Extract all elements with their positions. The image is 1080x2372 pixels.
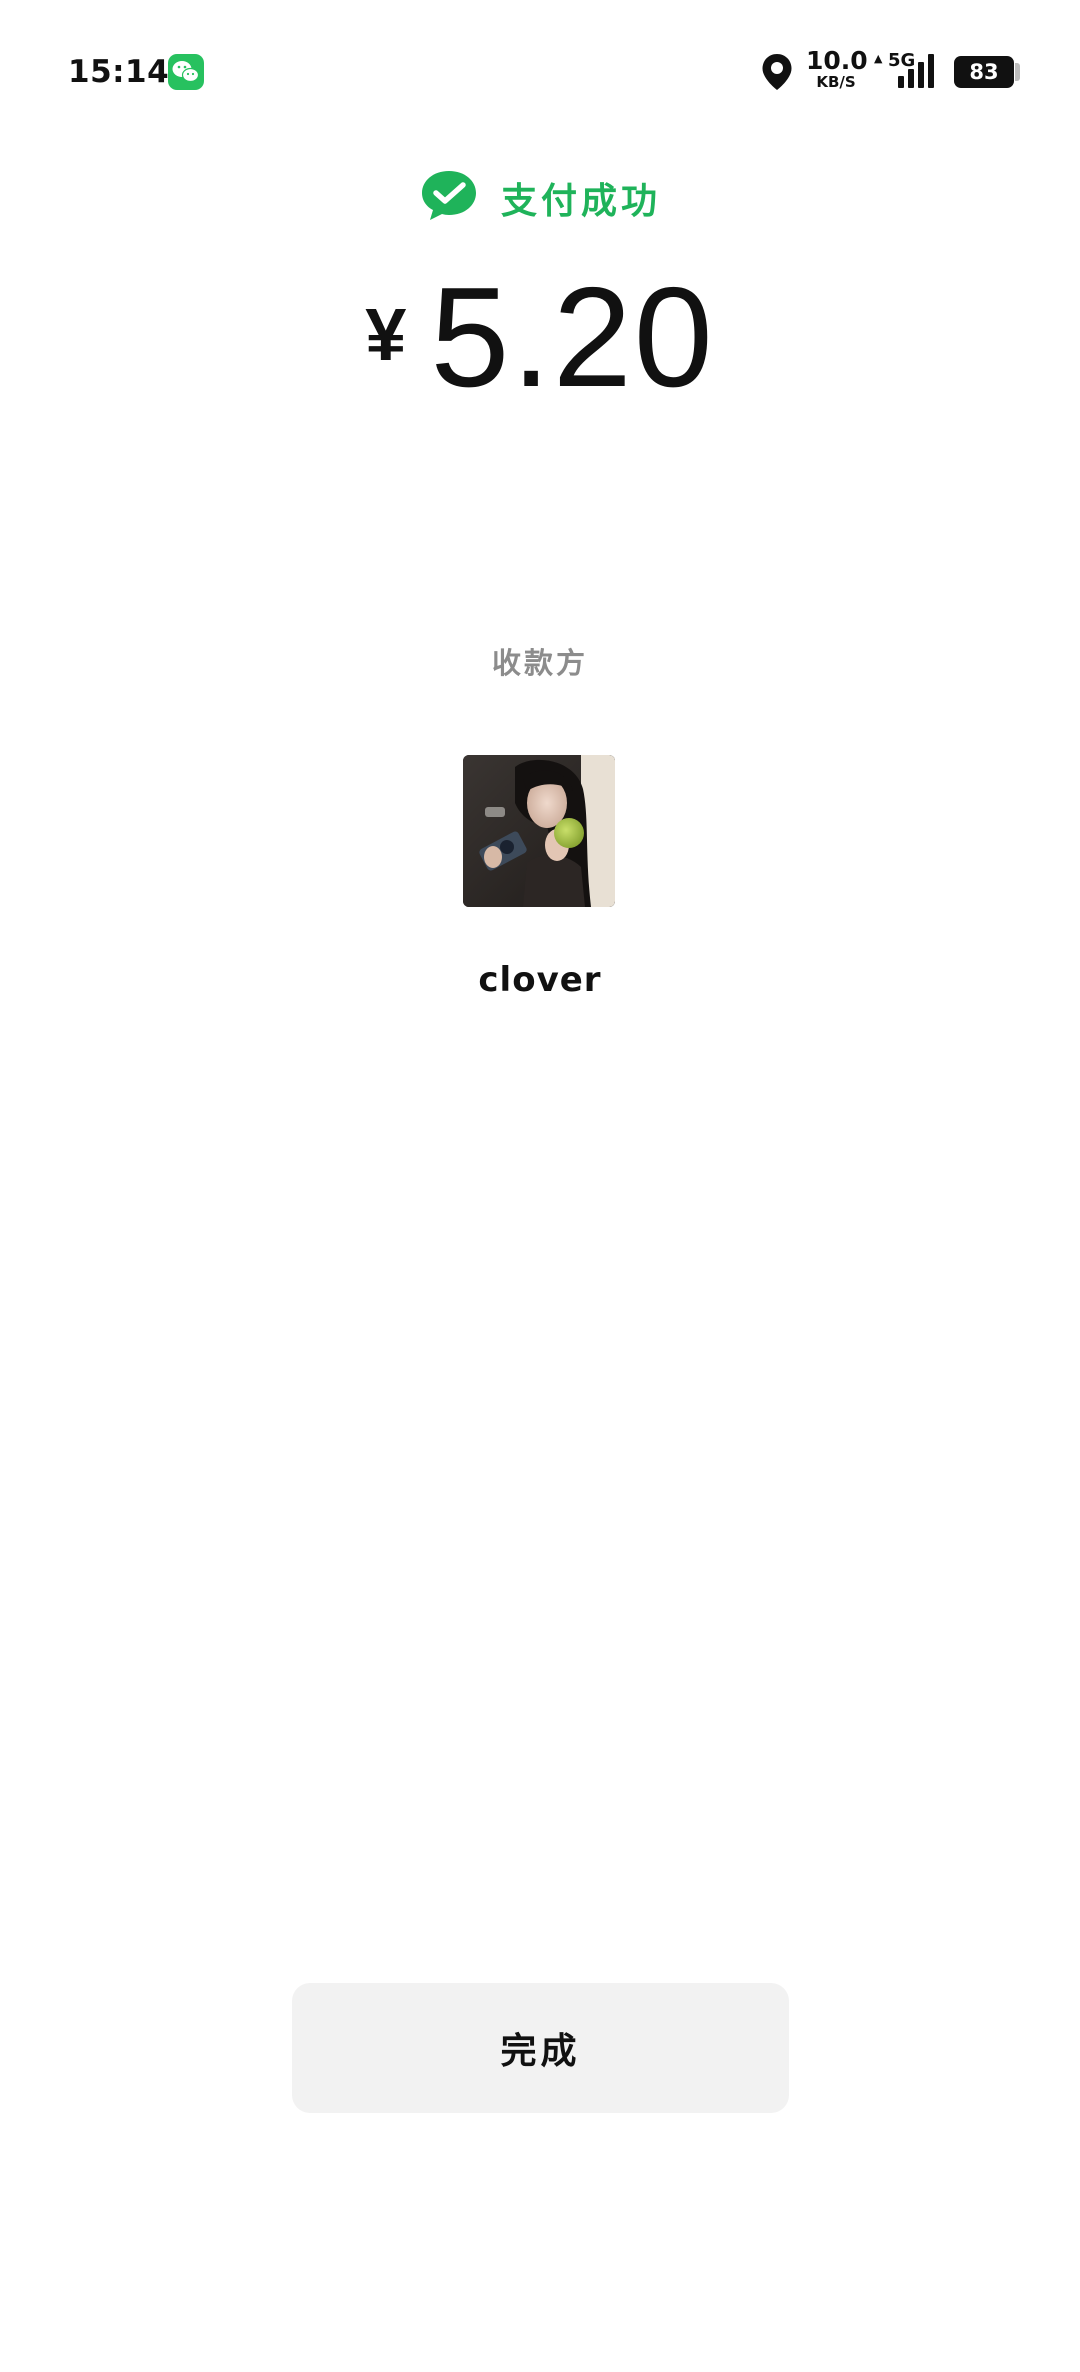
- done-button[interactable]: 完成: [292, 1983, 789, 2113]
- network-speed-unit: KB/S: [816, 73, 856, 91]
- network-speed: 10.0 KB/S: [806, 46, 868, 91]
- payment-amount: ¥ 5.20: [0, 258, 1080, 417]
- network-speed-value: 10.0: [806, 46, 868, 75]
- wechat-icon: [168, 54, 204, 90]
- payee-name: clover: [478, 960, 602, 1000]
- currency-symbol: ¥: [365, 293, 407, 376]
- payee-avatar-photo[interactable]: [463, 755, 615, 907]
- payment-success-title: 支付成功: [500, 181, 661, 222]
- battery-level: 83: [969, 60, 999, 84]
- battery-icon: 83: [954, 56, 1014, 88]
- wechat-pay-check-icon: [419, 168, 479, 228]
- payment-success-header: 支付成功: [0, 168, 1080, 228]
- amount-value: 5.20: [430, 258, 715, 417]
- status-bar: 15:14 10.0 KB/S ▲ 5G 83: [0, 0, 1080, 140]
- payee-label: 收款方: [491, 646, 588, 680]
- battery-tip: [1015, 63, 1020, 81]
- status-time: 15:14: [68, 54, 170, 90]
- cellular-signal-icon: [898, 54, 934, 92]
- location-pin-icon: [760, 52, 794, 96]
